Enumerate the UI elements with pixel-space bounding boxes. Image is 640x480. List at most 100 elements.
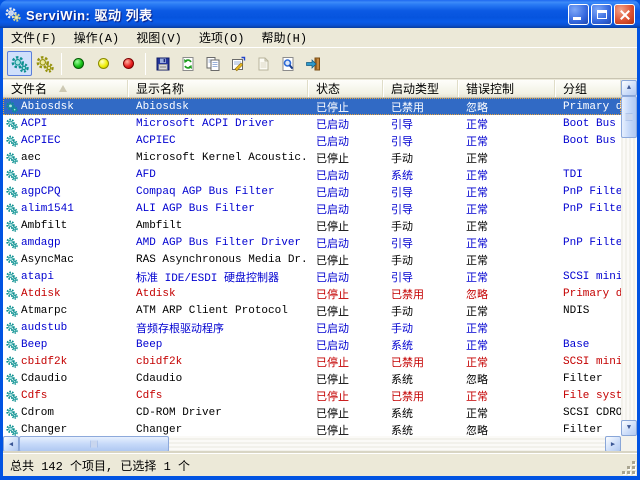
cell-status: 已停止 [308, 150, 383, 166]
table-row[interactable]: ACPI Microsoft ACPI Driver 已启动 引导 正常 Boo… [3, 115, 621, 132]
start-driver-button[interactable] [66, 51, 91, 76]
exit-button[interactable] [300, 51, 325, 76]
table-row[interactable]: aec Microsoft Kernel Acoustic... 已停止 手动 … [3, 149, 621, 166]
cell-display-name: Cdaudio [128, 373, 308, 385]
table-row[interactable]: Cdaudio Cdaudio 已停止 系统 忽略 Filter [3, 370, 621, 387]
table-row[interactable]: Beep Beep 已启动 系统 正常 Base [3, 336, 621, 353]
column-header-error-control[interactable]: 错误控制 [458, 80, 555, 97]
menu-view[interactable]: 视图(V) [136, 29, 182, 46]
vertical-scrollbar[interactable]: ▲ ▼ [621, 80, 637, 436]
menu-help[interactable]: 帮助(H) [261, 29, 307, 46]
cell-start-type: 系统 [383, 337, 458, 353]
scroll-left-button[interactable]: ◀ [3, 436, 19, 452]
close-button[interactable] [614, 4, 635, 25]
refresh-button[interactable] [175, 51, 200, 76]
table-row[interactable]: cbidf2k cbidf2k 已停止 已禁用 正常 SCSI minip [3, 353, 621, 370]
properties-button[interactable] [225, 51, 250, 76]
table-row[interactable]: Atdisk Atdisk 已停止 已禁用 忽略 Primary di [3, 285, 621, 302]
resize-grip-icon[interactable] [623, 462, 636, 475]
cell-display-name: Ambfilt [128, 220, 308, 232]
column-header-display-name[interactable]: 显示名称 [128, 80, 308, 97]
cell-start-type: 手动 [383, 252, 458, 268]
cell-error-control: 忽略 [458, 99, 555, 115]
driver-gears-icon [6, 220, 18, 232]
menu-action[interactable]: 操作(A) [74, 29, 120, 46]
column-header-group[interactable]: 分组 [555, 80, 621, 97]
table-row[interactable]: Changer Changer 已停止 系统 忽略 Filter [3, 421, 621, 436]
cell-display-name: ACPIEC [128, 135, 308, 147]
cell-status: 已启动 [308, 133, 383, 149]
cell-status: 已停止 [308, 99, 383, 115]
cell-status: 已停止 [308, 252, 383, 268]
cell-group: Primary di [555, 288, 621, 300]
cell-display-name: ALI AGP Bus Filter [128, 203, 308, 215]
table-row[interactable]: atapi 标准 IDE/ESDI 硬盘控制器 已启动 引导 正常 SCSI m… [3, 268, 621, 285]
cell-error-control: 忽略 [458, 422, 555, 437]
cell-error-control: 正常 [458, 337, 555, 353]
table-row[interactable]: ACPIEC ACPIEC 已启动 引导 正常 Boot Bus E [3, 132, 621, 149]
column-header-start-type[interactable]: 启动类型 [383, 80, 458, 97]
cell-error-control: 正常 [458, 116, 555, 132]
table-row[interactable]: agpCPQ Compaq AGP Bus Filter 已启动 引导 正常 P… [3, 183, 621, 200]
cell-error-control: 正常 [458, 235, 555, 251]
cell-filename: Ambfilt [3, 220, 128, 232]
cell-start-type: 手动 [383, 150, 458, 166]
exit-icon [305, 56, 321, 72]
driver-gears-icon [6, 254, 18, 266]
cell-start-type: 系统 [383, 167, 458, 183]
table-row[interactable]: Atmarpc ATM ARP Client Protocol 已停止 手动 正… [3, 302, 621, 319]
cell-group: SCSI minip [555, 356, 621, 368]
arrow-left-icon: ◀ [9, 440, 13, 449]
save-icon [155, 56, 171, 72]
table-row[interactable]: alim1541 ALI AGP Bus Filter 已启动 引导 正常 Pn… [3, 200, 621, 217]
cell-start-type: 系统 [383, 405, 458, 421]
services-view-button[interactable] [32, 51, 57, 76]
report-button[interactable] [250, 51, 275, 76]
cell-status: 已启动 [308, 167, 383, 183]
menu-options[interactable]: 选项(O) [199, 29, 245, 46]
cell-start-type: 引导 [383, 133, 458, 149]
copy-button[interactable] [200, 51, 225, 76]
cell-filename: ACPIEC [3, 135, 128, 147]
cell-error-control: 正常 [458, 133, 555, 149]
cell-display-name: ATM ARP Client Protocol [128, 305, 308, 317]
client-area: 文件(F) 操作(A) 视图(V) 选项(O) 帮助(H) [3, 28, 637, 476]
drivers-view-button[interactable] [7, 51, 32, 76]
table-row[interactable]: Ambfilt Ambfilt 已停止 手动 正常 [3, 217, 621, 234]
find-button[interactable] [275, 51, 300, 76]
cell-group: PnP Filter [555, 237, 621, 249]
copy-icon [205, 56, 221, 72]
table-row[interactable]: Cdfs Cdfs 已停止 已禁用 正常 File syste [3, 387, 621, 404]
cell-group: SCSI CDROM [555, 407, 621, 419]
table-row[interactable]: Cdrom CD-ROM Driver 已停止 系统 正常 SCSI CDROM [3, 404, 621, 421]
scroll-up-button[interactable]: ▲ [621, 80, 637, 96]
cell-group: PnP Filter [555, 186, 621, 198]
stop-driver-button[interactable] [116, 51, 141, 76]
cell-error-control: 正常 [458, 167, 555, 183]
cell-display-name: Microsoft Kernel Acoustic... [128, 152, 308, 164]
scroll-down-button[interactable]: ▼ [621, 420, 637, 436]
column-header-status[interactable]: 状态 [308, 80, 383, 97]
cell-group: Filter [555, 424, 621, 436]
pause-driver-button[interactable] [91, 51, 116, 76]
table-row[interactable]: AsyncMac RAS Asynchronous Media Dr... 已停… [3, 251, 621, 268]
save-button[interactable] [150, 51, 175, 76]
cell-error-control: 正常 [458, 218, 555, 234]
table-row[interactable]: amdagp AMD AGP Bus Filter Driver 已启动 引导 … [3, 234, 621, 251]
cell-status: 已停止 [308, 354, 383, 370]
maximize-button[interactable] [591, 4, 612, 25]
horizontal-scroll-thumb[interactable] [19, 436, 169, 452]
horizontal-scrollbar[interactable]: ◀ ▶ [3, 436, 621, 452]
title-bar[interactable]: ServiWin: 驱动 列表 [0, 0, 640, 28]
table-row[interactable]: audstub 音频存根驱动程序 已启动 手动 正常 [3, 319, 621, 336]
scroll-right-button[interactable]: ▶ [605, 436, 621, 452]
scrollbar-corner [621, 436, 637, 452]
arrow-right-icon: ▶ [611, 440, 615, 449]
menu-file[interactable]: 文件(F) [11, 29, 57, 46]
column-header-filename[interactable]: 文件名 [3, 80, 128, 97]
table-row[interactable]: AFD AFD 已启动 系统 正常 TDI [3, 166, 621, 183]
driver-gears-icon [6, 305, 18, 317]
vertical-scroll-thumb[interactable] [621, 96, 637, 138]
minimize-button[interactable] [568, 4, 589, 25]
table-row[interactable]: Abiosdsk Abiosdsk 已停止 已禁用 忽略 Primary di [3, 98, 621, 115]
